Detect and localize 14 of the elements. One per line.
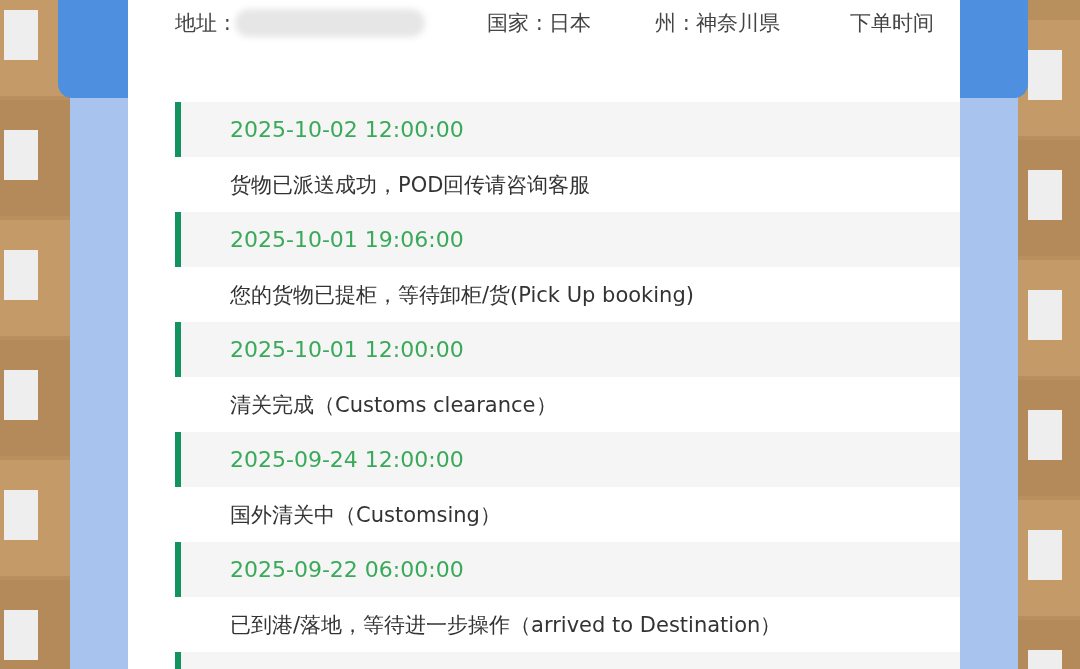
event-description: 国外清关中（Customsing） (230, 501, 501, 529)
info-label: 地址 : (175, 9, 231, 37)
event-time: 2025-10-01 12:00:00 (175, 322, 960, 377)
event-time: 2025-09-24 12:00:00 (175, 432, 960, 487)
event-time: 2025-10-02 12:00:00 (175, 102, 960, 157)
event-description: 货物已派送成功，POD回传请咨询客服 (230, 171, 591, 199)
event-description: 您的货物已提柜，等待卸柜/货(Pick Up booking) (230, 281, 694, 309)
event-time: 2025-10-01 19:06:00 (175, 212, 960, 267)
event-description: 已到港/落地，等待进一步操作（arrived to Destination） (230, 611, 782, 639)
event-time: 2025-09-22 06:00:00 (175, 542, 960, 597)
info-label: 国家 : 日本 (487, 9, 592, 37)
info-label: 州 : 神奈川県 (655, 9, 781, 37)
info-label: 下单时间 (850, 9, 934, 37)
event-description: 清关完成（Customs clearance） (230, 391, 557, 419)
